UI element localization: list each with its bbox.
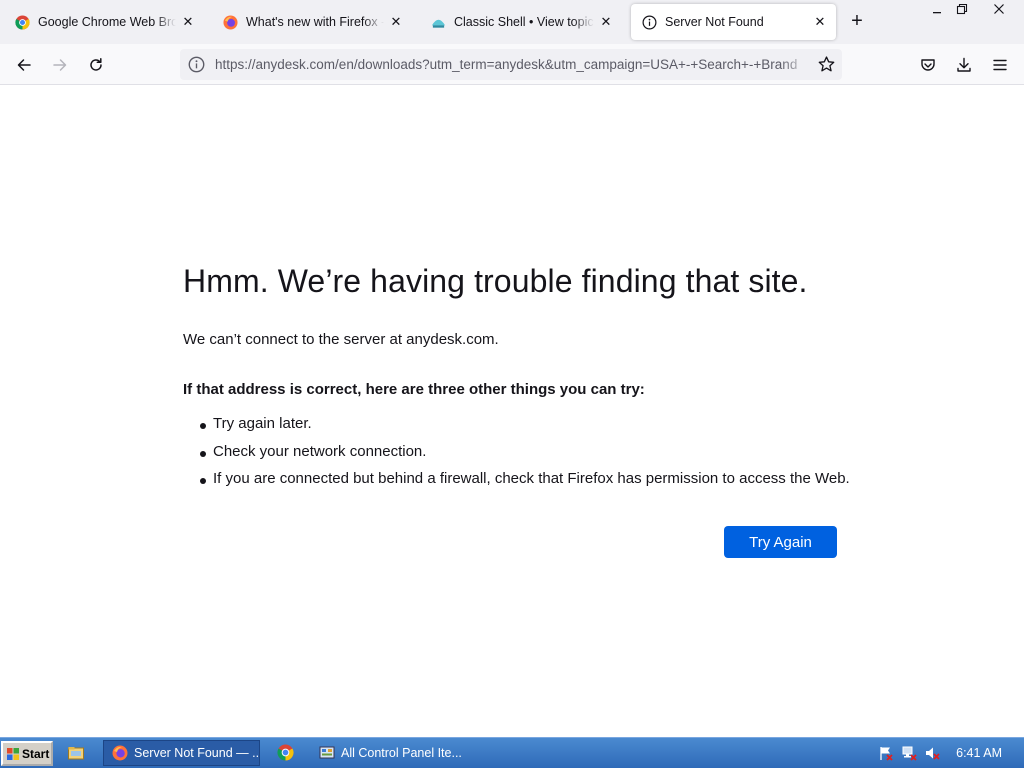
close-tab-icon[interactable]: ✕: [388, 14, 404, 30]
taskbar-item-label: Server Not Found — ...: [134, 746, 260, 760]
taskbar: Start Server Not Found — ... All Control…: [0, 737, 1024, 768]
error-description: We can’t connect to the server at anydes…: [183, 331, 499, 348]
clock[interactable]: 6:41 AM: [956, 746, 1002, 760]
network-icon[interactable]: [901, 745, 917, 761]
tab-strip: Google Chrome Web Browser ✕ What's new w…: [0, 0, 1024, 44]
suggestion-item: Try again later.: [183, 415, 850, 443]
pocket-icon[interactable]: [915, 52, 941, 78]
tab-chrome[interactable]: Google Chrome Web Browser ✕: [4, 4, 204, 40]
menu-icon[interactable]: [987, 52, 1013, 78]
firefox-icon: [222, 14, 238, 30]
windows-flag-icon: [6, 747, 20, 761]
try-again-button[interactable]: Try Again: [724, 526, 837, 558]
taskbar-item-control-panel[interactable]: All Control Panel Ite...: [311, 740, 468, 766]
error-page: Hmm. We’re having trouble finding that s…: [183, 85, 863, 737]
chrome-icon: [14, 14, 30, 30]
reload-icon[interactable]: [83, 52, 109, 78]
volume-muted-icon[interactable]: [924, 745, 940, 761]
control-panel-icon: [319, 745, 335, 761]
start-label: Start: [22, 746, 50, 761]
restore-icon[interactable]: [945, 0, 979, 22]
classic-shell-icon: [430, 14, 446, 30]
tab-classic-shell[interactable]: Classic Shell • View topic - Wi ✕: [420, 4, 622, 40]
chrome-icon[interactable]: [277, 744, 295, 762]
firefox-icon: [112, 745, 128, 761]
forward-icon[interactable]: [47, 52, 73, 78]
suggestion-item: Check your network connection.: [183, 443, 850, 471]
url-text[interactable]: https://anydesk.com/en/downloads?utm_ter…: [215, 57, 810, 72]
navigation-toolbar: https://anydesk.com/en/downloads?utm_ter…: [0, 44, 1024, 85]
tab-firefox-whats-new[interactable]: What's new with Firefox - Mozilla ✕: [212, 4, 412, 40]
downloads-icon[interactable]: [951, 52, 977, 78]
tab-title: What's new with Firefox - Mozilla: [246, 15, 384, 29]
suggestion-list: Try again later. Check your network conn…: [183, 415, 850, 498]
action-center-flag-icon[interactable]: [878, 745, 894, 761]
error-title: Hmm. We’re having trouble finding that s…: [183, 263, 808, 299]
error-hint: If that address is correct, here are thr…: [183, 381, 645, 398]
start-button[interactable]: Start: [1, 741, 53, 766]
close-tab-icon[interactable]: ✕: [812, 14, 828, 30]
bookmark-star-icon[interactable]: [817, 55, 836, 74]
close-window-icon[interactable]: [982, 0, 1016, 22]
site-info-icon[interactable]: [188, 56, 205, 73]
address-bar[interactable]: https://anydesk.com/en/downloads?utm_ter…: [180, 49, 842, 80]
file-explorer-icon[interactable]: [67, 744, 85, 762]
tab-server-not-found[interactable]: Server Not Found ✕: [631, 4, 836, 40]
close-tab-icon[interactable]: ✕: [598, 14, 614, 30]
tab-title: Server Not Found: [665, 15, 764, 29]
system-tray: 6:41 AM: [864, 738, 1024, 768]
info-icon: [641, 14, 657, 30]
back-icon[interactable]: [11, 52, 37, 78]
tab-title: Classic Shell • View topic - Wi: [454, 15, 594, 29]
taskbar-item-label: All Control Panel Ite...: [341, 746, 462, 760]
taskbar-item-firefox[interactable]: Server Not Found — ...: [103, 740, 260, 766]
tab-title: Google Chrome Web Browser: [38, 15, 176, 29]
suggestion-item: If you are connected but behind a firewa…: [183, 470, 850, 498]
close-tab-icon[interactable]: ✕: [180, 14, 196, 30]
new-tab-button[interactable]: +: [846, 11, 868, 33]
